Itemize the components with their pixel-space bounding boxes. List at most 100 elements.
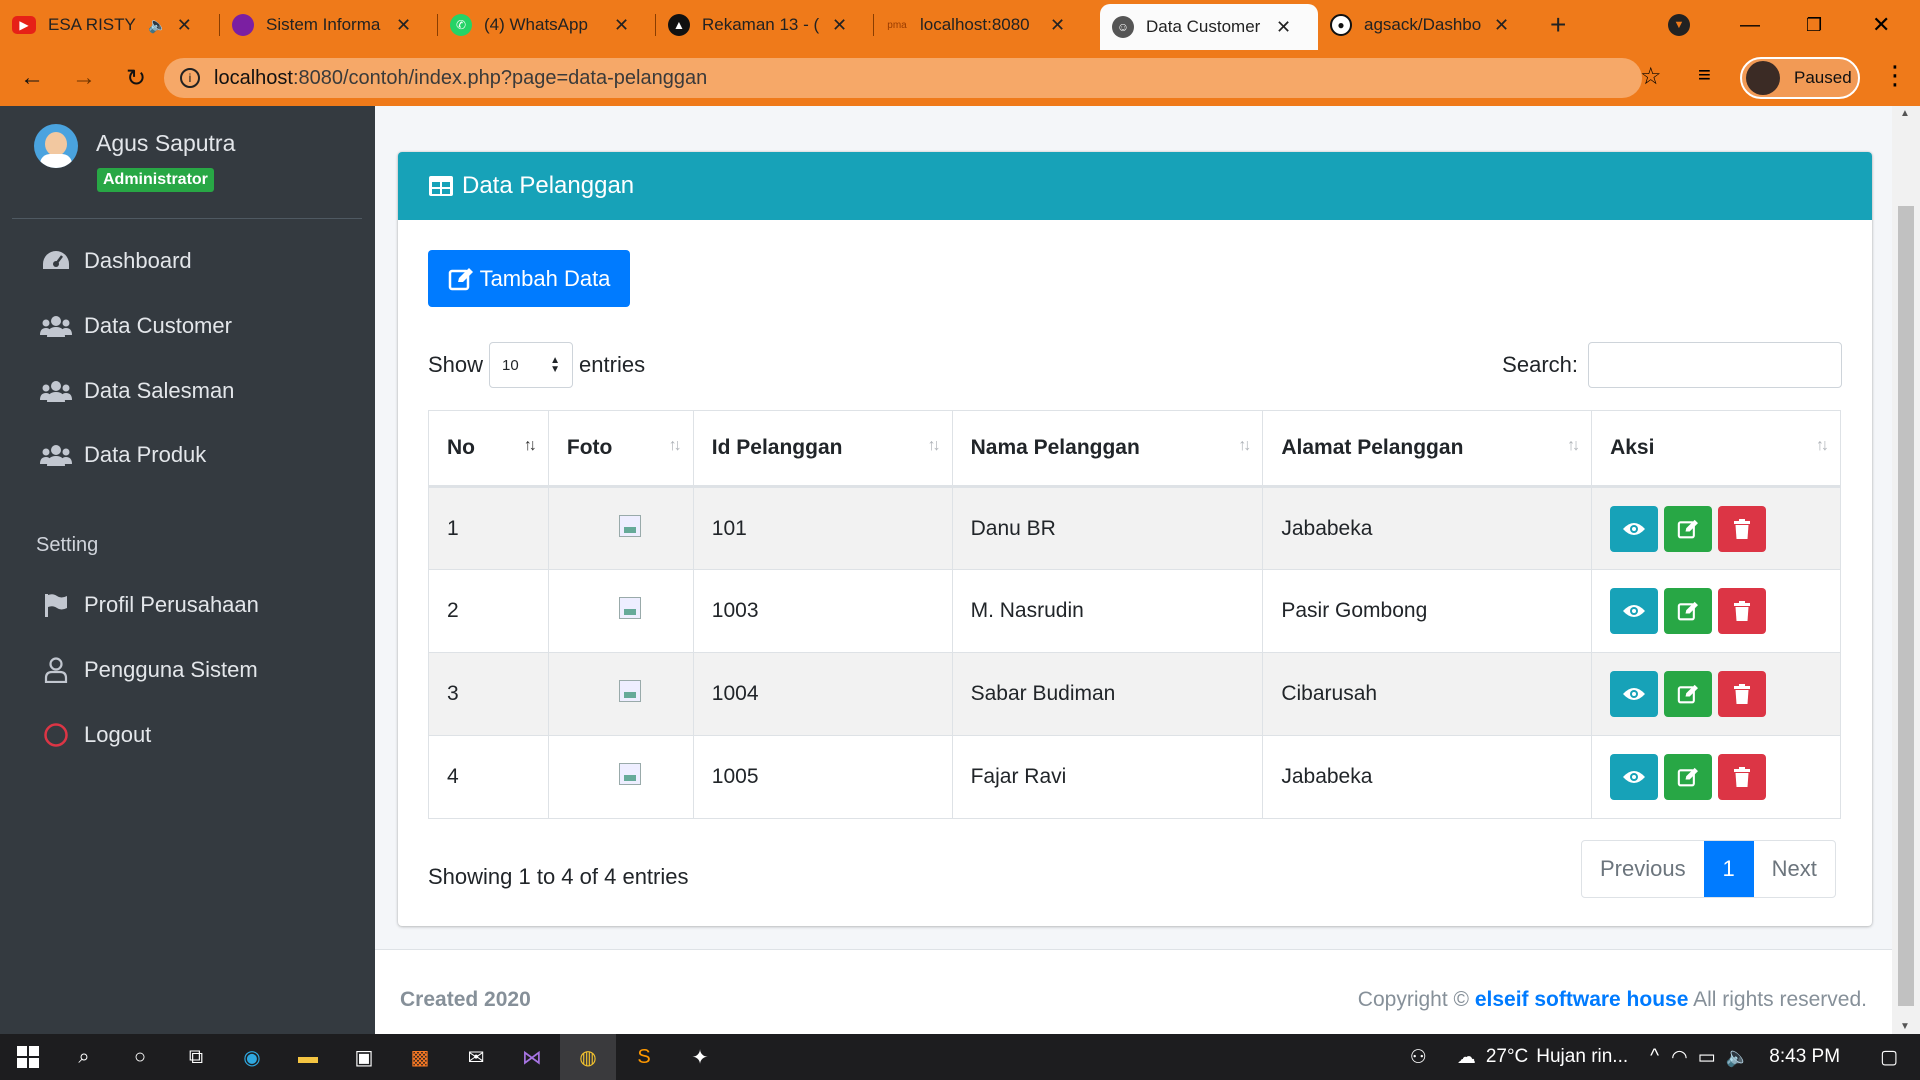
- delete-button[interactable]: [1718, 671, 1767, 717]
- sublime-icon[interactable]: S: [616, 1034, 672, 1080]
- browser-tab[interactable]: Sistem Informa ✕: [220, 0, 438, 50]
- sidebar-item-data-customer[interactable]: Data Customer: [0, 300, 375, 352]
- speaker-icon[interactable]: 🔈: [148, 16, 167, 34]
- edge-icon[interactable]: ◉: [224, 1034, 280, 1080]
- cell-no: 2: [428, 569, 549, 653]
- entries-select[interactable]: 10 ▲ ▼: [489, 342, 574, 388]
- column-header-id[interactable]: Id Pelanggan ↑↓: [692, 410, 953, 488]
- edit-button[interactable]: [1664, 505, 1713, 552]
- sidebar-item-logout[interactable]: Logout: [0, 709, 375, 761]
- tab-search-icon[interactable]: ▼: [1668, 0, 1690, 50]
- browser-tab[interactable]: ● agsack/Dashbo ✕: [1318, 0, 1536, 50]
- browser-tab[interactable]: ▶ ESA RISTY 🔈 ✕: [0, 0, 220, 50]
- close-icon[interactable]: ✕: [1276, 17, 1291, 38]
- url-path: :8080/contoh/index.php?page=data-pelangg…: [292, 66, 708, 89]
- edit-button[interactable]: [1664, 754, 1713, 800]
- sidebar-item-label: Profil Perusahaan: [84, 592, 259, 617]
- edit-button[interactable]: [1664, 588, 1713, 634]
- previous-button[interactable]: Previous: [1582, 841, 1704, 897]
- user-name[interactable]: Agus Saputra: [96, 130, 235, 157]
- close-icon[interactable]: ✕: [396, 15, 411, 36]
- visual-studio-icon[interactable]: ⋈: [504, 1034, 560, 1080]
- close-icon[interactable]: ✕: [1050, 15, 1065, 36]
- column-header-alamat[interactable]: Alamat Pelanggan ↑↓: [1262, 410, 1593, 488]
- sidebar-item-pengguna-sistem[interactable]: Pengguna Sistem: [0, 644, 375, 696]
- tab-label: ESA RISTY: [48, 15, 136, 34]
- new-tab-icon[interactable]: +: [1550, 9, 1566, 41]
- people-icon[interactable]: ⚇: [1410, 1046, 1427, 1069]
- url-host: localhost: [214, 66, 293, 89]
- scroll-down-icon[interactable]: ▼: [1900, 1021, 1910, 1032]
- sidebar-item-data-produk[interactable]: Data Produk: [0, 429, 375, 481]
- sidebar-item-dashboard[interactable]: Dashboard: [0, 235, 375, 287]
- close-icon[interactable]: ✕: [614, 15, 629, 36]
- next-button[interactable]: Next: [1754, 841, 1835, 897]
- sort-asc-icon: ↑↓: [523, 437, 537, 454]
- trash-icon: [1734, 601, 1751, 621]
- cortana-icon[interactable]: ○: [112, 1034, 168, 1080]
- delete-button[interactable]: [1718, 505, 1767, 552]
- close-icon[interactable]: ✕: [177, 15, 192, 36]
- column-header-nama[interactable]: Nama Pelanggan ↑↓: [951, 410, 1264, 488]
- profile-status: Paused: [1794, 68, 1852, 87]
- view-button[interactable]: [1610, 505, 1659, 552]
- view-button[interactable]: [1610, 588, 1659, 634]
- search-input[interactable]: [1588, 342, 1842, 388]
- group-icon: ☺: [1112, 16, 1134, 38]
- edit-button[interactable]: [1664, 671, 1713, 717]
- browser-tab[interactable]: ✆ (4) WhatsApp ✕: [438, 0, 656, 50]
- browser-tab[interactable]: pma localhost:8080 ✕: [874, 0, 1100, 50]
- users-icon: [38, 315, 74, 337]
- weather-text[interactable]: Hujan rin...: [1536, 1046, 1628, 1068]
- delete-button[interactable]: [1718, 588, 1767, 634]
- view-button[interactable]: [1610, 671, 1659, 717]
- minimize-icon[interactable]: —: [1740, 0, 1760, 50]
- mail-icon[interactable]: ✉: [448, 1034, 504, 1080]
- media-queue-icon[interactable]: ≡: [1698, 62, 1711, 88]
- store-icon[interactable]: ▣: [336, 1034, 392, 1080]
- browser-tab-active[interactable]: ☺ Data Customer ✕: [1100, 4, 1318, 50]
- temperature[interactable]: 27°C: [1486, 1046, 1528, 1068]
- chrome-icon[interactable]: ◍: [560, 1034, 616, 1080]
- sidebar-item-profil-perusahaan[interactable]: Profil Perusahaan: [0, 579, 375, 631]
- back-icon[interactable]: ←: [12, 64, 52, 92]
- app-icon[interactable]: ✦: [672, 1034, 728, 1080]
- close-icon[interactable]: ✕: [1494, 15, 1509, 36]
- task-view-icon[interactable]: ⧉: [168, 1034, 224, 1080]
- reload-icon[interactable]: ↻: [116, 64, 156, 93]
- column-header-no[interactable]: No ↑↓: [428, 410, 549, 488]
- window-close-icon[interactable]: ✕: [1872, 0, 1890, 50]
- scroll-up-icon[interactable]: ▲: [1900, 108, 1910, 119]
- delete-button[interactable]: [1718, 754, 1767, 800]
- column-header-foto[interactable]: Foto ↑↓: [547, 410, 694, 488]
- scrollbar-thumb[interactable]: [1898, 206, 1914, 1006]
- search-icon[interactable]: ⌕: [56, 1034, 112, 1080]
- profile-button[interactable]: Paused: [1740, 57, 1860, 99]
- xampp-icon[interactable]: ▩: [392, 1034, 448, 1080]
- sort-icon: ↑↓: [927, 437, 941, 454]
- company-link[interactable]: elseif software house: [1475, 988, 1689, 1011]
- forward-icon[interactable]: →: [64, 64, 104, 92]
- wifi-icon[interactable]: ◠: [1671, 1046, 1688, 1069]
- page-button-current[interactable]: 1: [1703, 841, 1754, 897]
- add-data-button[interactable]: Tambah Data: [428, 250, 630, 307]
- eye-icon: [1623, 771, 1646, 783]
- sidebar-item-data-salesman[interactable]: Data Salesman: [0, 365, 375, 417]
- notification-icon[interactable]: ▢: [1880, 1046, 1898, 1069]
- browser-tab[interactable]: ▲ Rekaman 13 - ( ✕: [656, 0, 874, 50]
- clock[interactable]: 8:43 PM: [1769, 1046, 1840, 1068]
- url-bar[interactable]: i localhost:8080/contoh/index.php?page=d…: [164, 58, 1642, 98]
- menu-kebab-icon[interactable]: ⋮: [1882, 60, 1908, 91]
- file-explorer-icon[interactable]: ▬: [280, 1034, 336, 1080]
- volume-icon[interactable]: 🔈: [1726, 1045, 1750, 1069]
- restore-icon[interactable]: ❐: [1806, 0, 1822, 50]
- column-header-aksi[interactable]: Aksi ↑↓: [1591, 410, 1841, 488]
- info-icon[interactable]: i: [180, 68, 200, 88]
- view-button[interactable]: [1610, 754, 1659, 800]
- windows-start-icon[interactable]: [0, 1034, 56, 1080]
- battery-icon[interactable]: ▭: [1698, 1046, 1716, 1069]
- page-scrollbar[interactable]: ▲ ▼: [1892, 106, 1920, 1034]
- bookmark-star-icon[interactable]: ☆: [1640, 62, 1662, 91]
- close-icon[interactable]: ✕: [832, 15, 847, 36]
- chevron-up-icon[interactable]: ^: [1650, 1046, 1659, 1068]
